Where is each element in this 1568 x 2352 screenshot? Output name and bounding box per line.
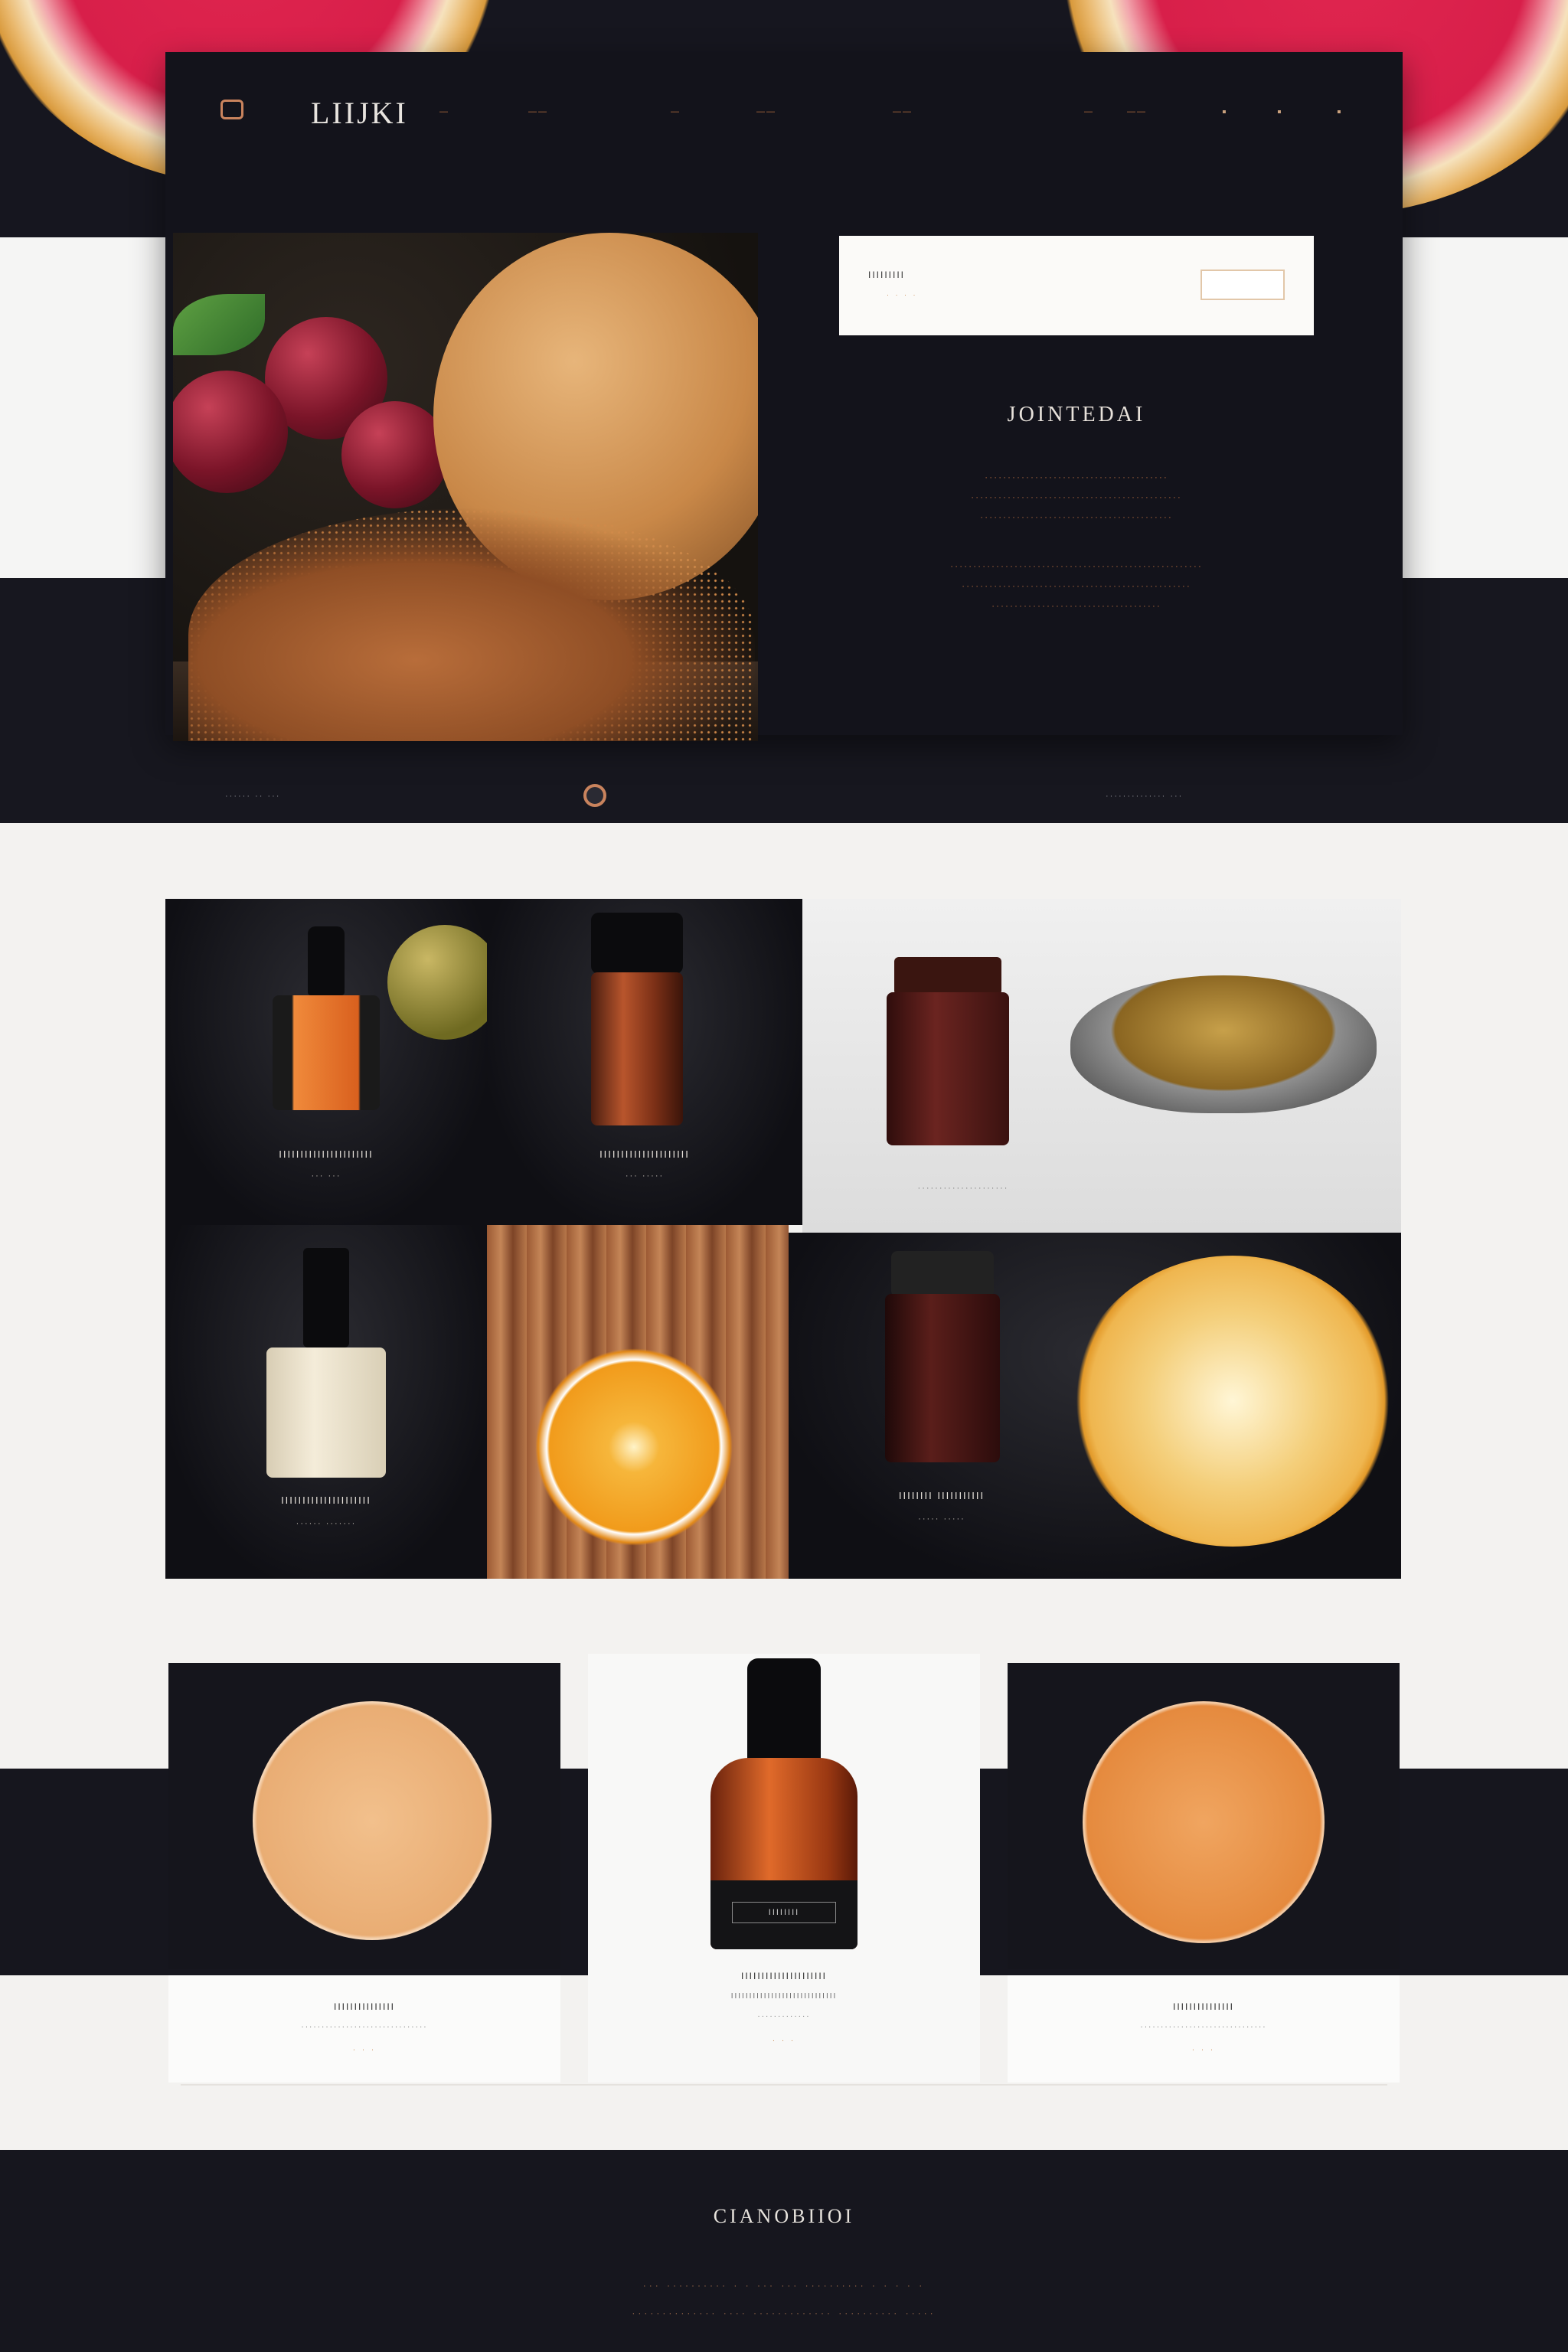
bottle-label: IIIIIIII [732,1902,836,1923]
bowl-of-seeds-image [1070,975,1377,1113]
card-title: IIIIIIIII [868,270,906,280]
showcase-title: IIIIIIIIIIIIIII [1172,2001,1234,2012]
showcase-title: IIIIIIIIIIIIIIIIIIIII [740,1971,827,1981]
jar-image [887,957,1009,1156]
showcase-card-left[interactable] [168,1663,560,1969]
nav-item-1[interactable]: — [439,107,449,116]
hero-title: JOINTEDAI [1007,403,1146,426]
user-icon[interactable]: ▪ [1277,106,1282,119]
top-nav: LIIJKI — —— — —— —— — —— ▪ ▪ ▪ [165,52,1403,167]
product-price: ··· ··· [311,1171,341,1181]
hero-footer-right[interactable]: ·············· ··· [1106,792,1183,801]
amber-bottle-image [583,913,691,1142]
product-price: ··· ····· [625,1171,665,1181]
product-name: IIIIIIIIIIIIIIIIIIIII [281,1494,371,1506]
lemon-half-shape [1072,1256,1393,1547]
hero-text-line: ········································… [950,560,1203,571]
showcase-desc: ············· [757,2012,811,2020]
hero-image [173,233,758,741]
product-tile[interactable]: IIIIIIIIIIIIIIIIIIIIII ··· ··· [165,899,487,1225]
orange-compact-image [1083,1701,1325,1943]
product-name: IIIIIIIIIIIIIIIIIIIIII [279,1148,374,1160]
nav-item-3[interactable]: — [671,107,681,116]
hero-text-line: ········································… [962,580,1191,591]
berry-shape [173,371,288,493]
orange-on-wood-image [487,1225,789,1579]
cart-icon[interactable]: ▪ [1337,106,1341,119]
footer-text-line[interactable]: ··· ·········· · · ··· ··· ·········· · … [0,2280,1568,2291]
hero-text-line: ········································… [980,511,1173,522]
product-price: ······ ······· [296,1519,357,1528]
showcase-card-center[interactable]: IIIIIIII IIIIIIIIIIIIIIIIIIIII IIIIIIIII… [588,1654,980,2082]
hero-text-line: ····································· [991,600,1161,611]
nav-item-2[interactable]: —— [528,107,548,116]
product-tile[interactable]: IIIIIIIIIIIIIIIIIIIII ······ ······· [165,1225,487,1579]
hero-text-line: ········································… [971,492,1182,502]
brand-name[interactable]: LIIJKI [311,95,408,131]
product-tile[interactable]: IIIIIIII IIIIIIIIIII ····· ····· [789,1233,1401,1579]
orange-slice-shape [534,1348,733,1547]
dark-bottle-image [885,1251,1000,1473]
showcase-info-left: IIIIIIIIIIIIIII ························… [168,1975,560,2082]
lime-shape [387,925,487,1040]
nav-item-6[interactable]: — [1084,107,1094,116]
newsletter-card: IIIIIIIII · · · · [839,236,1314,335]
product-price: ····· ····· [918,1514,965,1524]
logo-icon[interactable] [220,100,243,119]
perfume-bottle-image: IIIIIIII [710,1658,858,1957]
showcase-price: · · · [772,2037,796,2045]
hero-text-line: ········································ [985,472,1168,482]
showcase-price: · · · [1191,2046,1216,2054]
dropper-bottle-image [273,926,380,1141]
hero-footer-left[interactable]: ······ ·· ··· [225,792,280,801]
nav-item-5[interactable]: —— [893,107,913,116]
showcase-desc: IIIIIIIIIIIIIIIIIIIIIIIIIIIII [730,1992,838,2001]
footer: CIANOBIIOI ··· ·········· · · ··· ··· ··… [0,2150,1568,2352]
showcase-title: IIIIIIIIIIIIIII [333,2001,395,2012]
card-button[interactable] [1200,270,1285,300]
product-grid: IIIIIIIIIIIIIIIIIIIIII ··· ··· IIIIIIIII… [165,899,1401,1580]
product-name: IIIIIIIIIIIIIIIIIIIII [599,1148,690,1160]
hero-panel: LIIJKI — —— — —— —— — —— ▪ ▪ ▪ IIIIIIIII… [165,52,1403,741]
product-name: ····················· [917,1184,1009,1193]
pump-bottle-image [266,1248,386,1485]
showcase-info-right: IIIIIIIIIIIIIII ························… [1008,1975,1400,2082]
showcase-card-right[interactable] [1008,1663,1400,1969]
nav-item-4[interactable]: —— [756,107,776,116]
footer-title: CIANOBIIOI [713,2205,855,2227]
showcase-desc: ······························· [1140,2023,1267,2031]
scroll-indicator-icon[interactable] [583,784,606,807]
showcase-price: · · · [352,2046,377,2054]
leaf-shape [173,294,265,355]
berry-shape [341,401,449,508]
powder-compact-image [253,1701,492,1940]
product-name: IIIIIIII IIIIIIIIIII [898,1490,985,1501]
product-tile[interactable]: IIIIIIIIIIIIIIIIIIIII ··· ····· [487,899,802,1225]
product-tile[interactable]: ····················· [802,899,1401,1233]
card-subtitle: · · · · [887,291,918,299]
nav-item-7[interactable]: —— [1127,107,1147,116]
footer-text-line[interactable]: ·············· ···· ············· ······… [0,2308,1568,2318]
search-icon[interactable]: ▪ [1222,106,1227,119]
section-divider [181,2084,1387,2086]
showcase-desc: ······························· [301,2023,428,2031]
